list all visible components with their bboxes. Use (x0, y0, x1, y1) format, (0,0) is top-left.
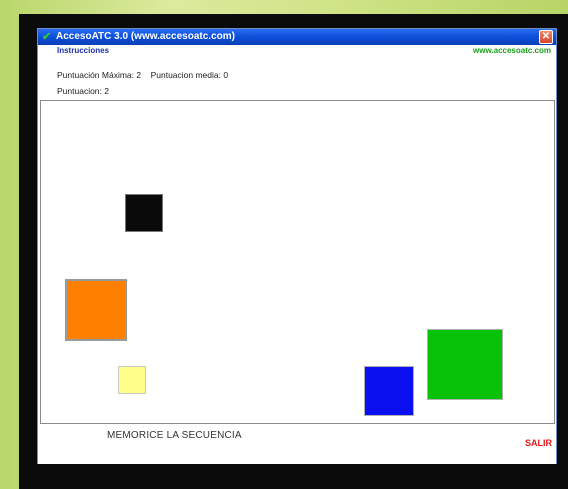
green-square[interactable] (427, 329, 503, 400)
blue-square[interactable] (364, 366, 414, 416)
max-score-value: 2 (136, 70, 142, 80)
max-score-label: Puntuación Máxima: (57, 70, 135, 80)
website-link[interactable]: www.accesoatc.com (473, 46, 551, 55)
instrucciones-menu[interactable]: Instrucciones (57, 46, 109, 55)
close-button[interactable]: ✕ (539, 30, 553, 44)
mean-score-value: 0 (223, 70, 229, 80)
game-board (40, 100, 555, 424)
instruction-message: MEMORICE LA SECUENCIA (107, 430, 242, 441)
yellow-square[interactable] (118, 366, 146, 394)
score-label: Puntuacion: (57, 86, 102, 96)
title-bar[interactable]: ✔ AccesoATC 3.0 (www.accesoatc.com) ✕ (38, 29, 556, 45)
app-window: ✔ AccesoATC 3.0 (www.accesoatc.com) ✕ In… (37, 28, 557, 464)
exit-button[interactable]: SALIR (525, 438, 552, 448)
leaf-icon: ✔ (42, 31, 52, 43)
score-value: 2 (104, 86, 110, 96)
footer-bar: MEMORICE LA SECUENCIA SALIR (38, 425, 556, 464)
mean-score-label: Puntuacion media: (150, 70, 221, 80)
stats-current: Puntuacion: 2 (57, 86, 109, 96)
stats-max-mean: Puntuación Máxima: 2 Puntuacion media: 0 (57, 70, 228, 80)
orange-square[interactable] (65, 279, 127, 341)
window-title: AccesoATC 3.0 (www.accesoatc.com) (56, 31, 235, 42)
black-square[interactable] (125, 194, 163, 232)
